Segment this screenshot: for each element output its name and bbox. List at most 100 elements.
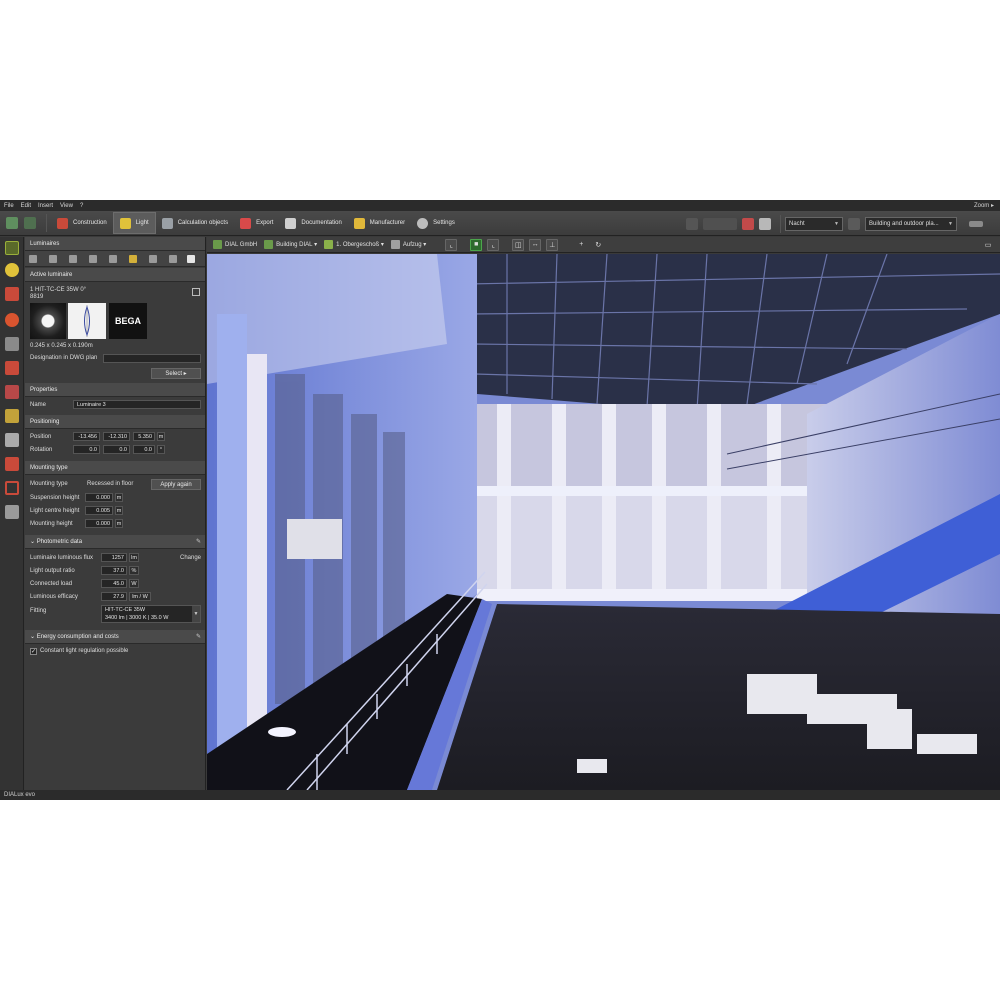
elevation-view-icon[interactable]: ⌞ xyxy=(487,238,500,251)
rotate-icon[interactable] xyxy=(129,255,137,263)
move-icon[interactable] xyxy=(29,255,37,263)
breadcrumb-company[interactable]: DIAL GmbH xyxy=(213,240,257,249)
dots-icon[interactable] xyxy=(5,505,19,519)
line-arrange-icon[interactable] xyxy=(109,255,117,263)
select-button[interactable]: Select ▸ xyxy=(151,368,201,379)
tab-settings[interactable]: Settings xyxy=(411,212,461,234)
mounting-type-value: Recessed in floor xyxy=(87,481,134,487)
measure-icon[interactable]: ↔ xyxy=(529,238,542,251)
3d-view-icon[interactable]: ■ xyxy=(470,238,483,251)
name-field[interactable]: Luminaire 3 xyxy=(73,400,201,409)
document-icon[interactable] xyxy=(187,255,195,263)
apply-again-button[interactable]: Apply again xyxy=(151,479,201,490)
tab-export-label: Export xyxy=(256,220,274,226)
light-centre-height-field[interactable]: 0.005 xyxy=(85,506,113,515)
3d-viewport[interactable] xyxy=(207,254,1000,790)
bulb-icon[interactable] xyxy=(5,263,19,277)
color-sphere-icon[interactable] xyxy=(5,313,19,327)
floor-icon xyxy=(324,240,334,249)
position-label: Position xyxy=(30,434,52,440)
change-link[interactable]: Change xyxy=(180,555,201,561)
bar-chart-icon[interactable] xyxy=(5,337,19,351)
scene-select-value: Nacht xyxy=(789,221,805,227)
luminaire-group-icon[interactable] xyxy=(5,409,19,423)
paint-icon[interactable] xyxy=(759,218,771,230)
menu-file[interactable]: File xyxy=(4,203,14,209)
view-select[interactable]: Building and outdoor pla... ▼ xyxy=(865,217,957,231)
view-select-value: Building and outdoor pla... xyxy=(869,221,939,227)
scene-settings-icon[interactable] xyxy=(848,218,860,230)
frame-icon[interactable] xyxy=(5,481,19,495)
tab-manufacturer[interactable]: Manufacturer xyxy=(348,212,411,234)
lamp-icon[interactable] xyxy=(5,241,19,255)
save-icon[interactable] xyxy=(6,217,18,229)
delete-icon[interactable] xyxy=(742,218,754,230)
catalog-icon[interactable] xyxy=(192,288,200,296)
monitor-icon[interactable]: ▭ xyxy=(982,239,994,251)
rotation-y-field[interactable]: 0.0 xyxy=(103,445,130,454)
window-icon[interactable] xyxy=(5,457,19,471)
ribbon-separator-right xyxy=(780,215,781,233)
active-luminaire-title: Active luminaire xyxy=(30,271,73,278)
plan-view-icon[interactable]: ⌞ xyxy=(445,238,458,251)
manufacturer-logo: BEGA xyxy=(109,303,147,339)
position-y-field[interactable]: -12.310 xyxy=(103,432,130,441)
menu-view[interactable]: View xyxy=(60,203,73,209)
undo-icon[interactable] xyxy=(24,217,36,229)
rotation-z-field[interactable]: 0.0 xyxy=(133,445,155,454)
chevron-down-icon: ▼ xyxy=(834,221,839,227)
menu-help[interactable]: ? xyxy=(80,203,83,209)
name-label: Name xyxy=(30,402,47,408)
circle-arrange-icon[interactable] xyxy=(149,255,157,263)
luminaire-dimensions: 0.245 x 0.245 x 0.190m xyxy=(30,343,93,349)
ribbon-separator xyxy=(46,214,47,232)
construction-icon xyxy=(57,217,68,229)
panel-title: Luminaires xyxy=(25,237,205,251)
tools-icon[interactable] xyxy=(5,385,19,399)
flux-label: Luminaire luminous flux xyxy=(30,555,94,561)
breadcrumb-room[interactable]: Aufzug ▾ xyxy=(390,240,426,249)
flux-unit: lm xyxy=(129,553,139,562)
fitting-select[interactable]: HIT-TC-CE 35W 3400 lm | 3000 K | 35.0 W … xyxy=(101,605,201,623)
field-arrange-icon[interactable] xyxy=(169,255,177,263)
position-z-field[interactable]: 5.350 xyxy=(133,432,155,441)
arrange-icon[interactable] xyxy=(69,255,77,263)
scene-select[interactable]: Nacht ▼ xyxy=(785,217,843,231)
tab-construction[interactable]: Construction xyxy=(51,212,113,234)
tab-calculation-objects[interactable]: Calculation objects xyxy=(156,212,234,234)
menu-edit[interactable]: Edit xyxy=(21,203,31,209)
move-arrows-icon[interactable] xyxy=(49,255,57,263)
designation-field[interactable] xyxy=(103,354,201,363)
breadcrumb-company-label: DIAL GmbH xyxy=(225,241,258,248)
room-icon xyxy=(390,240,400,249)
breadcrumb-floor[interactable]: 1. Obergeschoß ▾ xyxy=(324,240,384,249)
distribute-icon[interactable] xyxy=(89,255,97,263)
constant-light-checkbox[interactable]: ✓ xyxy=(30,648,37,655)
ruler-icon[interactable] xyxy=(969,221,983,227)
suspension-height-field[interactable]: 0.000 xyxy=(85,493,113,502)
crosshair-icon[interactable]: + xyxy=(575,239,587,251)
status-bar: DIALux evo xyxy=(0,790,1000,800)
floor-plan-icon[interactable] xyxy=(5,361,19,375)
rotation-x-field[interactable]: 0.0 xyxy=(73,445,100,454)
arrange-icon[interactable] xyxy=(5,287,19,301)
align-icon[interactable]: ⊥ xyxy=(546,238,559,251)
ribbon-toolbar: Construction Light Calculation objects E… xyxy=(0,211,1000,236)
tab-documentation[interactable]: Documentation xyxy=(279,212,347,234)
luminous-efficacy-unit: lm / W xyxy=(129,592,151,601)
tab-export[interactable]: Export xyxy=(234,212,279,234)
pin-icon[interactable]: ✎ xyxy=(196,538,201,545)
chevron-down-icon[interactable]: ▼ xyxy=(192,606,200,622)
pin-icon[interactable]: ✎ xyxy=(196,633,201,640)
tab-light[interactable]: Light xyxy=(112,212,156,234)
zoom-label[interactable]: Zoom ▸ xyxy=(974,202,994,209)
fit-view-icon[interactable]: ◫ xyxy=(512,238,525,251)
refresh-icon[interactable]: ↻ xyxy=(592,239,604,251)
mounting-height-field[interactable]: 0.000 xyxy=(85,519,113,528)
position-x-field[interactable]: -13.456 xyxy=(73,432,100,441)
flux-field: 1257 xyxy=(101,553,127,562)
menu-insert[interactable]: Insert xyxy=(38,203,53,209)
energy-title: Energy consumption and costs xyxy=(36,633,119,640)
report-icon[interactable] xyxy=(5,433,19,447)
breadcrumb-building[interactable]: Building DIAL ▾ xyxy=(264,240,317,249)
